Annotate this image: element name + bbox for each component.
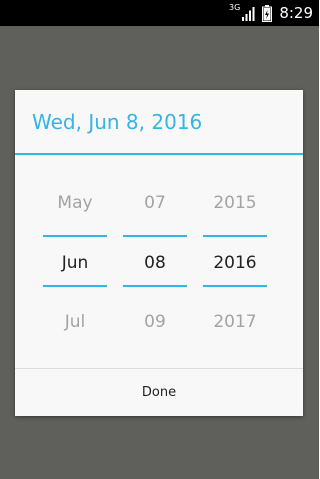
year-picker[interactable]: 2015 2016 2017 — [203, 190, 267, 340]
day-picker[interactable]: 07 08 09 — [123, 190, 187, 340]
year-selection-line-top — [203, 235, 267, 237]
date-picker-dialog: Wed, Jun 8, 2016 May Jun Jul 07 08 09 20… — [15, 90, 303, 416]
day-previous[interactable]: 07 — [123, 193, 187, 213]
year-selected[interactable]: 2016 — [203, 253, 267, 273]
year-selection-line-bottom — [203, 285, 267, 287]
status-icons: 3G 8:29 — [229, 2, 313, 24]
title-divider — [15, 153, 303, 155]
month-selection-line-top — [43, 235, 107, 237]
month-selected[interactable]: Jun — [43, 253, 107, 273]
signal-icon — [242, 6, 255, 21]
network-type-label: 3G — [229, 3, 241, 12]
month-previous[interactable]: May — [43, 193, 107, 213]
year-previous[interactable]: 2015 — [203, 193, 267, 213]
day-next[interactable]: 09 — [123, 312, 187, 332]
dialog-title: Wed, Jun 8, 2016 — [32, 110, 203, 134]
status-bar: 3G 8:29 — [0, 0, 319, 26]
day-selection-line-bottom — [123, 285, 187, 287]
done-button[interactable]: Done — [15, 369, 303, 416]
year-next[interactable]: 2017 — [203, 312, 267, 332]
battery-icon — [262, 4, 273, 22]
month-next[interactable]: Jul — [43, 312, 107, 332]
day-selected[interactable]: 08 — [123, 253, 187, 273]
status-clock: 8:29 — [279, 4, 313, 22]
month-picker[interactable]: May Jun Jul — [43, 190, 107, 340]
screen: 3G 8:29 Wed, Jun 8, 2016 May Jun Jul 07 … — [0, 0, 319, 479]
day-selection-line-top — [123, 235, 187, 237]
month-selection-line-bottom — [43, 285, 107, 287]
